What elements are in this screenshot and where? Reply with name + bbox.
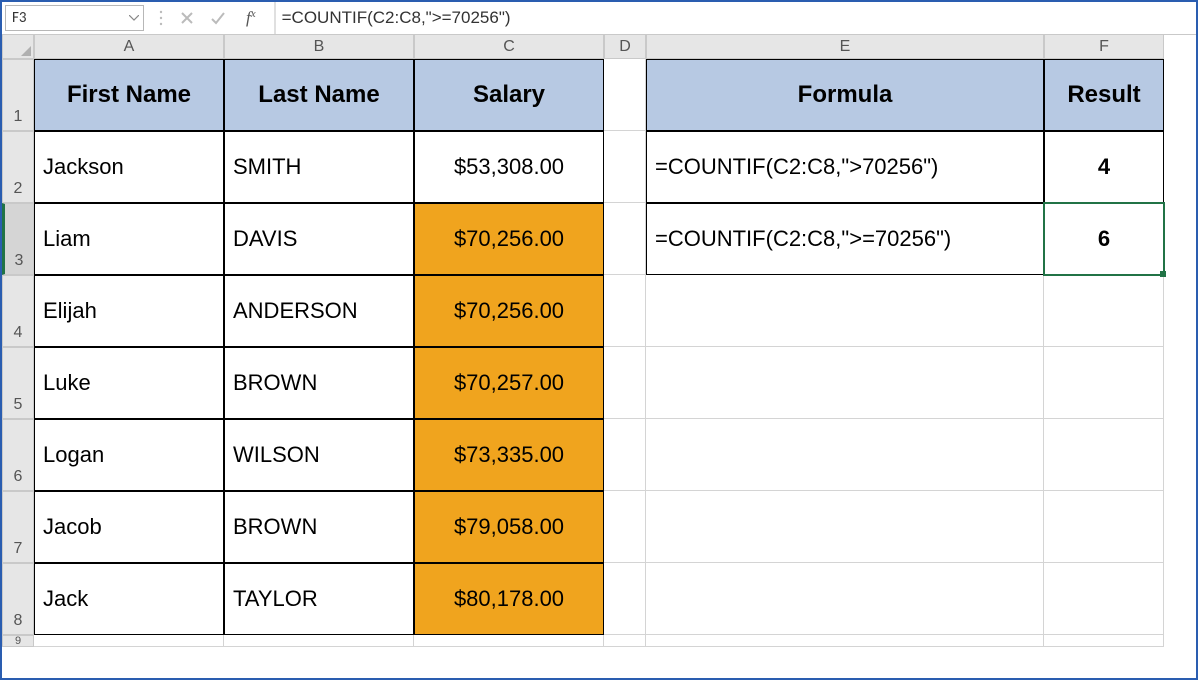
col-header-F[interactable]: F — [1044, 35, 1164, 59]
cell-C7[interactable]: $79,058.00 — [414, 491, 604, 563]
chevron-down-icon[interactable] — [129, 15, 139, 21]
cell-B6[interactable]: WILSON — [224, 419, 414, 491]
cell-D8[interactable] — [604, 563, 646, 635]
cell-E8[interactable] — [646, 563, 1044, 635]
cell-D2[interactable] — [604, 131, 646, 203]
cell-C4[interactable]: $70,256.00 — [414, 275, 604, 347]
cell-E5[interactable] — [646, 347, 1044, 419]
row-header-2[interactable]: 2 — [2, 131, 34, 203]
row-header-5[interactable]: 5 — [2, 347, 34, 419]
cell-B8[interactable]: TAYLOR — [224, 563, 414, 635]
header-formula[interactable]: Formula — [646, 59, 1044, 131]
cell-D5[interactable] — [604, 347, 646, 419]
cell-B4[interactable]: ANDERSON — [224, 275, 414, 347]
spreadsheet-grid[interactable]: A B C D E F 1 First Name Last Name Salar… — [2, 35, 1196, 647]
header-result[interactable]: Result — [1044, 59, 1164, 131]
formula-input[interactable]: =COUNTIF(C2:C8,">=70256") — [275, 2, 1196, 34]
name-box[interactable]: F3 — [5, 5, 144, 31]
cell-F3-selected[interactable]: 6 — [1044, 203, 1164, 275]
cell-E2[interactable]: =COUNTIF(C2:C8,">70256") — [646, 131, 1044, 203]
vertical-dots-icon — [158, 9, 164, 27]
cell-A8[interactable]: Jack — [34, 563, 224, 635]
cell-D6[interactable] — [604, 419, 646, 491]
header-salary[interactable]: Salary — [414, 59, 604, 131]
cell-F9[interactable] — [1044, 635, 1164, 647]
cell-D7[interactable] — [604, 491, 646, 563]
select-all-corner[interactable] — [2, 35, 34, 59]
cell-E3[interactable]: =COUNTIF(C2:C8,">=70256") — [646, 203, 1044, 275]
row-header-7[interactable]: 7 — [2, 491, 34, 563]
cell-F6[interactable] — [1044, 419, 1164, 491]
cell-F2[interactable]: 4 — [1044, 131, 1164, 203]
header-last-name[interactable]: Last Name — [224, 59, 414, 131]
cell-A3[interactable]: Liam — [34, 203, 224, 275]
cell-A7[interactable]: Jacob — [34, 491, 224, 563]
cell-E4[interactable] — [646, 275, 1044, 347]
row-header-4[interactable]: 4 — [2, 275, 34, 347]
cell-B7[interactable]: BROWN — [224, 491, 414, 563]
cell-B9[interactable] — [224, 635, 414, 647]
cell-D9[interactable] — [604, 635, 646, 647]
cell-E9[interactable] — [646, 635, 1044, 647]
cell-C9[interactable] — [414, 635, 604, 647]
formula-input-value: =COUNTIF(C2:C8,">=70256") — [282, 8, 511, 28]
cell-D3[interactable] — [604, 203, 646, 275]
enter-icon[interactable] — [210, 11, 226, 25]
cell-C5[interactable]: $70,257.00 — [414, 347, 604, 419]
cell-C3[interactable]: $70,256.00 — [414, 203, 604, 275]
cell-A4[interactable]: Elijah — [34, 275, 224, 347]
cell-A2[interactable]: Jackson — [34, 131, 224, 203]
cell-C8[interactable]: $80,178.00 — [414, 563, 604, 635]
row-header-9[interactable]: 9 — [2, 635, 34, 647]
formula-bar-buttons: fx — [144, 2, 275, 34]
cell-E6[interactable] — [646, 419, 1044, 491]
cell-F8[interactable] — [1044, 563, 1164, 635]
cell-E7[interactable] — [646, 491, 1044, 563]
cell-C2[interactable]: $53,308.00 — [414, 131, 604, 203]
row-header-8[interactable]: 8 — [2, 563, 34, 635]
cancel-icon[interactable] — [180, 11, 194, 25]
cell-A9[interactable] — [34, 635, 224, 647]
cell-B5[interactable]: BROWN — [224, 347, 414, 419]
col-header-E[interactable]: E — [646, 35, 1044, 59]
col-header-A[interactable]: A — [34, 35, 224, 59]
row-header-3[interactable]: 3 — [2, 203, 34, 275]
cell-A6[interactable]: Logan — [34, 419, 224, 491]
cell-D4[interactable] — [604, 275, 646, 347]
fx-icon[interactable]: fx — [242, 8, 260, 28]
col-header-B[interactable]: B — [224, 35, 414, 59]
row-header-6[interactable]: 6 — [2, 419, 34, 491]
cell-C6[interactable]: $73,335.00 — [414, 419, 604, 491]
cell-F7[interactable] — [1044, 491, 1164, 563]
cell-F5[interactable] — [1044, 347, 1164, 419]
cell-B3[interactable]: DAVIS — [224, 203, 414, 275]
name-box-value: F3 — [12, 9, 27, 27]
header-first-name[interactable]: First Name — [34, 59, 224, 131]
cell-B2[interactable]: SMITH — [224, 131, 414, 203]
cell-A5[interactable]: Luke — [34, 347, 224, 419]
cell-F4[interactable] — [1044, 275, 1164, 347]
cell-D1[interactable] — [604, 59, 646, 131]
col-header-D[interactable]: D — [604, 35, 646, 59]
formula-bar: F3 fx =COUNTIF(C2:C8,">=70256") — [2, 2, 1196, 35]
col-header-C[interactable]: C — [414, 35, 604, 59]
row-header-1[interactable]: 1 — [2, 59, 34, 131]
